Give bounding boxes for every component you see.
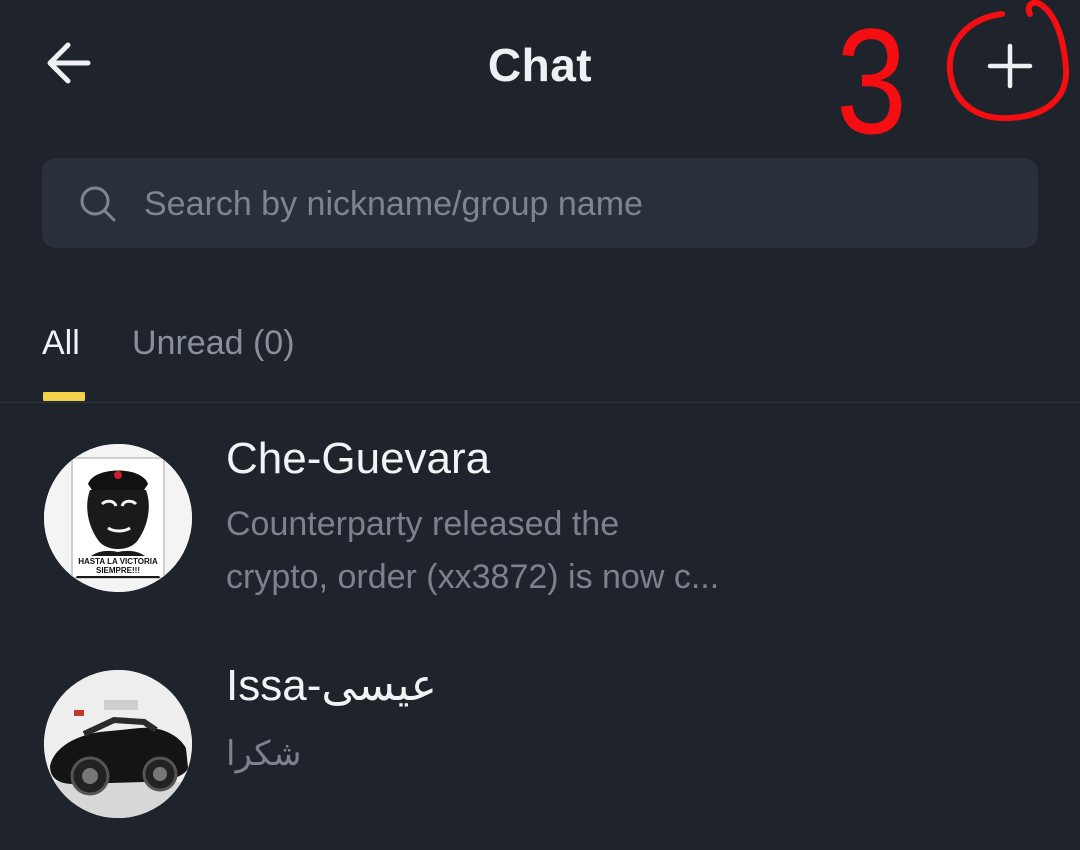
add-chat-button[interactable]: [978, 34, 1042, 98]
page-title: Chat: [487, 39, 593, 91]
active-tab-indicator: [43, 392, 85, 401]
divider: [0, 402, 1080, 403]
tab-bar: All Unread (0): [0, 318, 1080, 402]
plus-icon: [987, 43, 1033, 89]
chat-item-che-guevara[interactable]: HASTA LA VICTORIA SIEMPRE!!! Che-Guevara…: [0, 430, 1080, 620]
avatar-image: HASTA LA VICTORIA SIEMPRE!!!: [44, 444, 192, 592]
search-input[interactable]: [144, 178, 1004, 230]
search-icon: [80, 186, 116, 222]
chat-preview-line: شکرا: [226, 735, 302, 773]
chat-preview: Counterparty released the crypto, order …: [226, 498, 826, 604]
chat-item-issa[interactable]: Issa-عیسی شکرا: [0, 650, 1080, 840]
chat-name: Che-Guevara: [226, 434, 491, 483]
avatar-image: [44, 670, 192, 818]
chat-screen: Chat 3 All Unread (0): [0, 0, 1080, 850]
avatar: HASTA LA VICTORIA SIEMPRE!!!: [44, 444, 192, 592]
chat-preview: شکرا: [226, 728, 826, 781]
avatar-caption-2: SIEMPRE!!!: [96, 566, 140, 575]
tab-all[interactable]: All: [42, 324, 80, 363]
chat-preview-line: crypto, order (xx3872) is now c...: [226, 558, 720, 596]
avatar: [44, 670, 192, 818]
tab-unread[interactable]: Unread (0): [132, 324, 295, 363]
chat-preview-line: Counterparty released the: [226, 505, 620, 543]
chat-name: Issa-عیسی: [226, 661, 437, 710]
annotation-number: 3: [836, 0, 907, 165]
header: Chat 3: [0, 0, 1080, 156]
avatar-caption-1: HASTA LA VICTORIA: [78, 557, 158, 566]
